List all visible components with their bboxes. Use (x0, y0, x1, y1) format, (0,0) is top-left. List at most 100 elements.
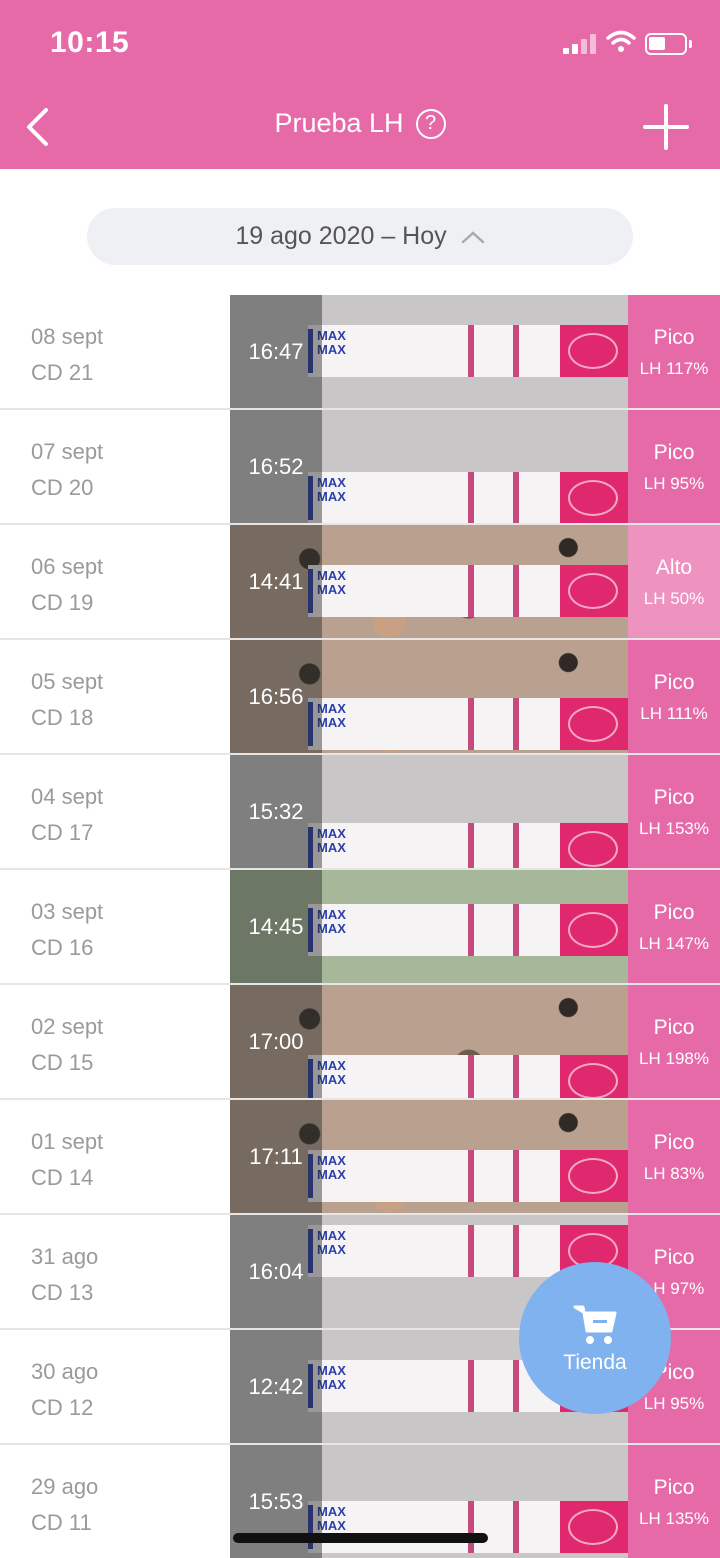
cellular-signal-icon (563, 34, 599, 54)
test-date: 30 ago CD 12 (31, 1354, 98, 1426)
shop-label: Tienda (563, 1351, 627, 1374)
test-strip: MAX MAX (308, 1055, 628, 1098)
question-circle-icon[interactable]: ? (415, 108, 446, 139)
test-strip: MAX MAX (308, 823, 628, 868)
test-strip: MAX MAX (308, 1150, 628, 1202)
result-lh-ratio: LH 198% (639, 1049, 709, 1068)
test-date: 08 sept CD 21 (31, 319, 103, 391)
test-strip-photo[interactable]: MAX MAX 17:11 (230, 1100, 628, 1213)
test-line (468, 904, 474, 956)
cycle-day: CD 12 (31, 1395, 94, 1420)
result-level: Pico (653, 326, 695, 349)
test-time: 14:45 (248, 913, 304, 939)
result-level: Alto (655, 556, 693, 579)
control-line (513, 1225, 519, 1277)
wifi-icon (606, 30, 636, 59)
status-time: 10:15 (50, 26, 130, 59)
test-day: 02 sept (31, 1014, 104, 1039)
test-time: 12:42 (248, 1373, 304, 1399)
test-line (468, 698, 474, 750)
control-line (513, 472, 519, 523)
test-strip: MAX MAX (308, 472, 628, 523)
test-row[interactable]: 04 sept CD 17 MAX MAX 15:32 Pico LH 153% (0, 755, 720, 870)
test-time: 15:32 (248, 798, 304, 824)
test-date: 05 sept CD 18 (31, 664, 103, 736)
test-day: 04 sept (31, 784, 104, 809)
test-day: 05 sept (31, 669, 104, 694)
cycle-day: CD 13 (31, 1280, 94, 1305)
strip-handle (560, 904, 628, 956)
date-range-label: 19 ago 2020 – Hoy (235, 222, 447, 250)
test-strip: MAX MAX (308, 325, 628, 377)
test-time: 16:04 (248, 1258, 304, 1284)
test-strip-photo[interactable]: MAX MAX 16:56 (230, 640, 628, 753)
page-title: Prueba LH (274, 108, 404, 138)
control-line (513, 565, 519, 617)
test-strip-photo[interactable]: MAX MAX 14:41 (230, 525, 628, 638)
test-day: 31 ago (31, 1244, 99, 1269)
test-result: Pico LH 117% (628, 295, 720, 408)
test-row[interactable]: 05 sept CD 18 MAX MAX 16:56 Pico LH 111% (0, 640, 720, 755)
test-date: 01 sept CD 14 (31, 1124, 103, 1196)
test-date: 02 sept CD 15 (31, 1009, 103, 1081)
strip-handle (560, 1055, 628, 1098)
control-line (513, 1501, 519, 1553)
add-test-button[interactable] (642, 103, 690, 151)
result-lh-ratio: LH 83% (643, 1164, 705, 1183)
test-line (468, 1225, 474, 1277)
result-level: Pico (653, 901, 695, 924)
test-strip-photo[interactable]: MAX MAX 16:47 (230, 295, 628, 408)
cycle-day: CD 18 (31, 705, 94, 730)
strip-handle (560, 698, 628, 750)
test-row[interactable]: 01 sept CD 14 MAX MAX 17:11 Pico LH 83% (0, 1100, 720, 1215)
test-result: Pico LH 135% (628, 1445, 720, 1558)
result-level: Pico (653, 1016, 695, 1039)
test-row[interactable]: 07 sept CD 20 MAX MAX 16:52 Pico LH 95% (0, 410, 720, 525)
control-line (513, 904, 519, 956)
test-row[interactable]: 06 sept CD 19 MAX MAX 14:41 Alto LH 50% (0, 525, 720, 640)
shopping-cart-icon (573, 1305, 617, 1344)
control-line (513, 325, 519, 377)
result-lh-ratio: LH 111% (640, 704, 708, 723)
test-result: Pico LH 95% (628, 410, 720, 523)
test-row[interactable]: 03 sept CD 16 MAX MAX 14:45 Pico LH 147% (0, 870, 720, 985)
control-line (513, 1360, 519, 1412)
test-result: Alto LH 50% (628, 525, 720, 638)
result-lh-ratio: LH 147% (639, 934, 709, 953)
app-header: 10:15 Prueba LH ? (0, 0, 720, 169)
cycle-day: CD 15 (31, 1050, 94, 1075)
test-strip-photo[interactable]: MAX MAX 17:00 (230, 985, 628, 1098)
test-day: 29 ago (31, 1474, 99, 1499)
test-strip: MAX MAX (308, 904, 628, 956)
test-line (468, 1055, 474, 1098)
test-day: 07 sept (31, 439, 104, 464)
test-result: Pico LH 153% (628, 755, 720, 868)
test-strip-photo[interactable]: MAX MAX 16:52 (230, 410, 628, 523)
result-level: Pico (653, 786, 695, 809)
test-line (468, 325, 474, 377)
result-level: Pico (653, 1476, 695, 1499)
control-line (513, 823, 519, 868)
test-line (468, 472, 474, 523)
shop-button[interactable]: Tienda (519, 1262, 671, 1414)
strip-handle (560, 325, 628, 377)
strip-handle (560, 565, 628, 617)
test-date: 04 sept CD 17 (31, 779, 103, 851)
result-lh-ratio: LH 117% (639, 359, 709, 378)
test-line (468, 565, 474, 617)
test-result: Pico LH 147% (628, 870, 720, 983)
test-day: 01 sept (31, 1129, 104, 1154)
test-time: 16:47 (248, 338, 304, 364)
test-row[interactable]: 08 sept CD 21 MAX MAX 16:47 Pico LH 117% (0, 295, 720, 410)
test-row[interactable]: 02 sept CD 15 MAX MAX 17:00 Pico LH 198% (0, 985, 720, 1100)
test-result: Pico LH 83% (628, 1100, 720, 1213)
strip-handle (560, 1150, 628, 1202)
battery-icon (645, 33, 692, 55)
control-line (513, 698, 519, 750)
test-strip-photo[interactable]: MAX MAX 15:32 (230, 755, 628, 868)
test-day: 03 sept (31, 899, 104, 924)
date-range-selector[interactable]: 19 ago 2020 – Hoy (87, 208, 633, 265)
test-date: 29 ago CD 11 (31, 1469, 98, 1541)
test-strip: MAX MAX (308, 1501, 628, 1553)
test-strip-photo[interactable]: MAX MAX 14:45 (230, 870, 628, 983)
